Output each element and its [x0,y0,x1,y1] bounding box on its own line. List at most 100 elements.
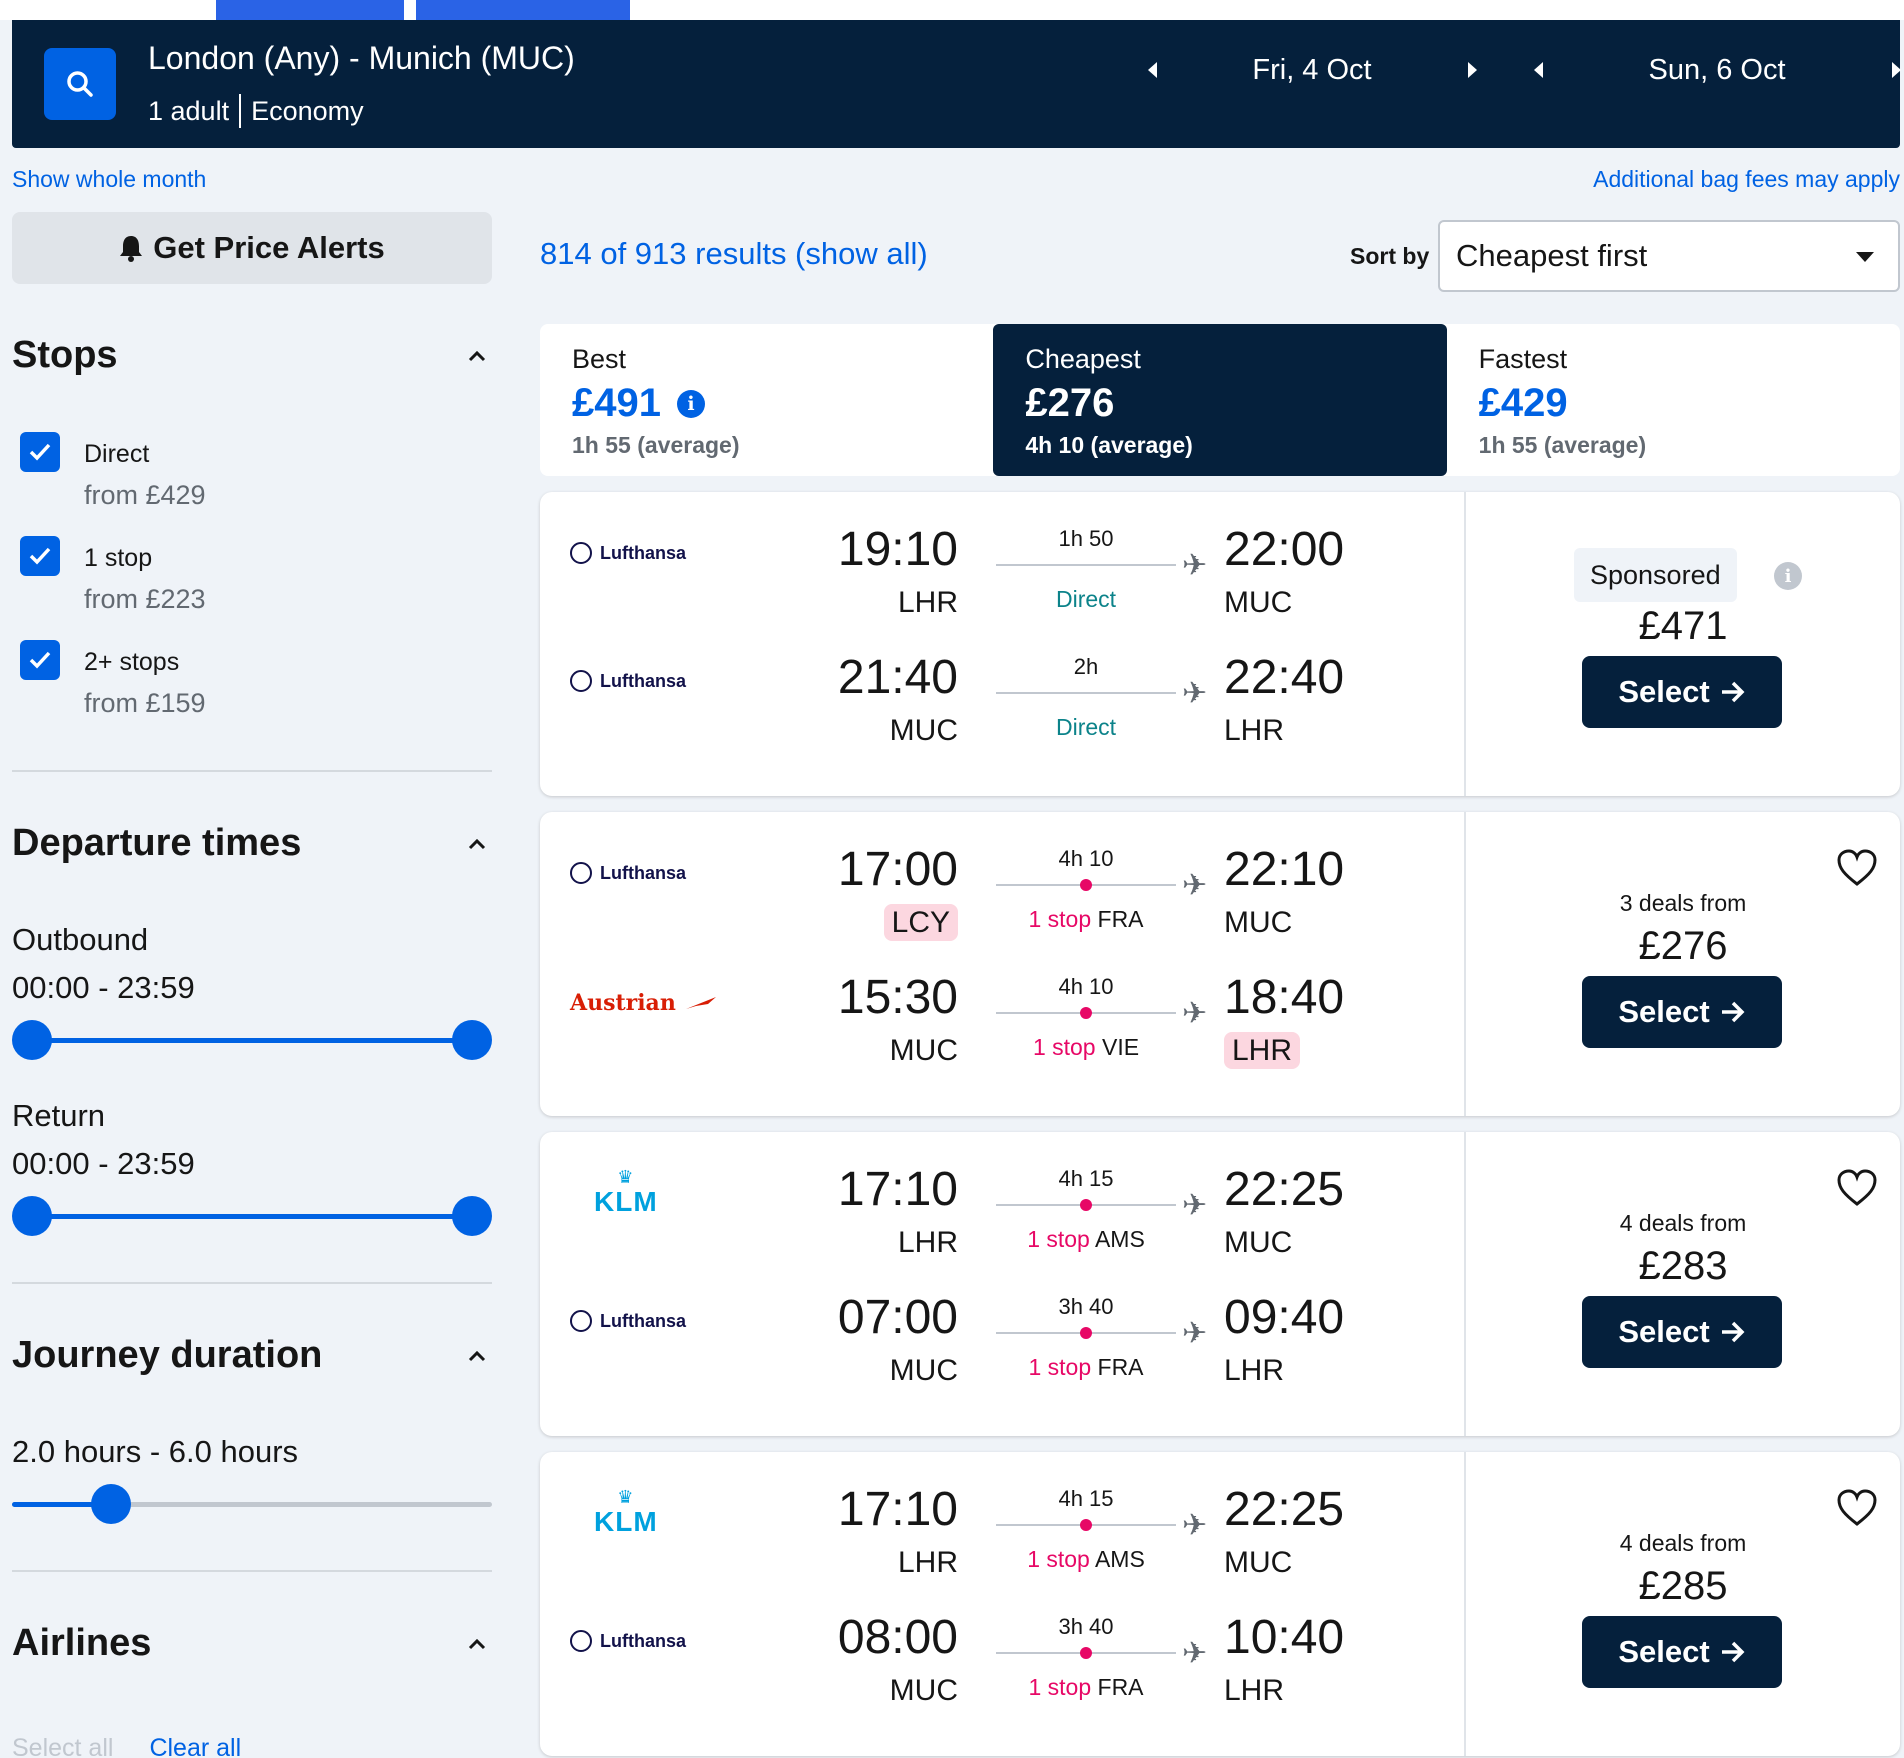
checkbox-direct[interactable] [20,432,60,472]
select-button[interactable]: Select [1582,1296,1782,1368]
info-icon[interactable]: i [1774,562,1802,590]
stop-via-airport: FRA [1097,1354,1144,1380]
price-alerts-button[interactable]: Get Price Alerts [12,212,492,284]
airline-logo-lufthansa: Lufthansa [570,542,686,564]
tab-price: £429 [1478,381,1568,425]
select-label: Select [1618,1634,1710,1669]
outbound-time-slider[interactable] [12,1020,492,1060]
tab-hotels[interactable] [216,0,404,20]
heart-icon[interactable] [1836,848,1878,888]
slider-handle-end[interactable] [452,1196,492,1236]
airline-logo-austrian: Austrian [570,990,718,1016]
sort-tabs: Best £491 i 1h 55 (average) Cheapest £27… [540,324,1900,476]
tab-car-hire[interactable] [416,0,630,20]
airport-code: LHR [1224,1032,1301,1069]
depart-next-button[interactable] [1458,50,1486,90]
arrow-right-icon [1721,1321,1745,1343]
price: £471 [1638,604,1728,648]
airline-name: Lufthansa [600,1630,687,1651]
return-next-button[interactable] [1882,50,1904,90]
airline-name: Lufthansa [600,542,687,563]
select-button[interactable]: Select [1582,976,1782,1048]
arrival-airport: MUC [1224,906,1292,940]
return-time-slider[interactable] [12,1196,492,1236]
cabin-class: Economy [251,95,364,126]
select-button[interactable]: Select [1582,656,1782,728]
price-panel: 4 deals from £285 Select [1466,1452,1900,1756]
bag-fees-link[interactable]: Additional bag fees may apply [1593,166,1900,193]
plane-icon: ✈ [1182,1509,1208,1542]
results-count-link[interactable]: 814 of 913 results (show all) [540,236,928,272]
tab-flights[interactable] [0,0,200,20]
tab-name: Cheapest [1025,344,1141,374]
route-line [996,692,1176,694]
stop-via-airport: AMS [1094,1546,1145,1572]
select-button[interactable]: Select [1582,1616,1782,1688]
slider-fill [32,1214,472,1219]
departure-airport: MUC [890,714,958,748]
chevron-up-icon[interactable] [466,345,488,367]
info-icon[interactable]: i [676,389,705,418]
slider-handle[interactable] [91,1484,132,1524]
arrival-airport: LHR [1224,1354,1284,1388]
departure-airport: MUC [890,1674,958,1708]
depart-prev-button[interactable] [1138,50,1166,90]
flight-result-card[interactable]: ♛ KLM 17:10 LHR 4h 15 ✈ 1 stop AMS 22:25 MUC Luft… [540,1452,1900,1756]
departure-time: 17:10 [837,1483,958,1536]
passenger-cabin-summary[interactable]: 1 adult Economy [148,94,364,128]
price-alerts-label: Get Price Alerts [153,230,385,265]
tab-price-row: £429 [1479,381,1868,426]
stop-dot [1080,1007,1092,1019]
show-whole-month-link[interactable]: Show whole month [12,166,206,193]
departure-time: 08:00 [837,1611,958,1664]
heart-icon[interactable] [1836,1488,1878,1528]
select-all-link[interactable]: Select all [12,1734,113,1758]
airport-code: MUC [889,1354,958,1387]
sort-select[interactable]: Cheapest first [1438,220,1900,292]
departure-airport: MUC [890,1034,958,1068]
slider-handle-start[interactable] [12,1020,52,1060]
tab-fastest[interactable]: Fastest £429 1h 55 (average) [1447,324,1900,476]
stops-info: 1 stop FRA [986,1674,1186,1701]
caret-left-icon [1147,62,1157,78]
return-date[interactable]: Sun, 6 Oct [1552,54,1882,87]
checkbox-1-stop[interactable] [20,536,60,576]
route-line [996,879,1176,891]
search-button[interactable] [44,48,116,120]
chevron-up-icon[interactable] [466,1345,488,1367]
departure-time: 07:00 [837,1291,958,1344]
stop-from-price: from £429 [84,480,206,510]
chevron-up-icon[interactable] [466,833,488,855]
departure-airport: LHR [898,1546,958,1580]
journey-duration-slider[interactable] [12,1484,492,1524]
depart-date[interactable]: Fri, 4 Oct [1166,54,1458,87]
stop-via-airport: FRA [1097,1674,1144,1700]
chevron-up-icon[interactable] [466,1633,488,1655]
airport-code: MUC [889,1674,958,1707]
arrow-right-icon [1721,681,1745,703]
clear-all-link[interactable]: Clear all [149,1734,241,1758]
tab-name: Best [572,344,627,374]
flight-result-card[interactable]: ♛ KLM 17:10 LHR 4h 15 ✈ 1 stop AMS 22:25 MUC Luft… [540,1132,1900,1436]
tab-best[interactable]: Best £491 i 1h 55 (average) [540,324,993,476]
heart-icon[interactable] [1836,1168,1878,1208]
stops-label: 1 stop [1028,906,1092,932]
departure-time: 21:40 [837,651,958,704]
flight-result-card[interactable]: Lufthansa 17:00 LCY 4h 10 ✈ 1 stop FRA 22:10 MU… [540,812,1900,1116]
tab-cheapest[interactable]: Cheapest £276 4h 10 (average) [993,324,1447,476]
route-text[interactable]: London (Any) - Munich (MUC) [148,40,575,77]
checkbox-2-plus-stops[interactable] [20,640,60,680]
slider-handle-end[interactable] [452,1020,492,1060]
stops-info: 1 stop AMS [986,1226,1186,1253]
return-prev-button[interactable] [1524,50,1552,90]
airline-name: Austrian [570,990,676,1016]
plane-icon: ✈ [1182,1189,1208,1222]
checkmark-icon [29,651,51,669]
slider-handle-start[interactable] [12,1196,52,1236]
flight-result-card[interactable]: Lufthansa 19:10 LHR 1h 50 ✈ Direct 22:00 MUC Luf… [540,492,1900,796]
deals-count: 3 deals from [1619,890,1747,916]
price: £276 [1638,924,1728,968]
airport-code: LCY [883,904,958,941]
airport-code: LHR [1224,1674,1285,1707]
departure-time: 15:30 [837,971,958,1024]
